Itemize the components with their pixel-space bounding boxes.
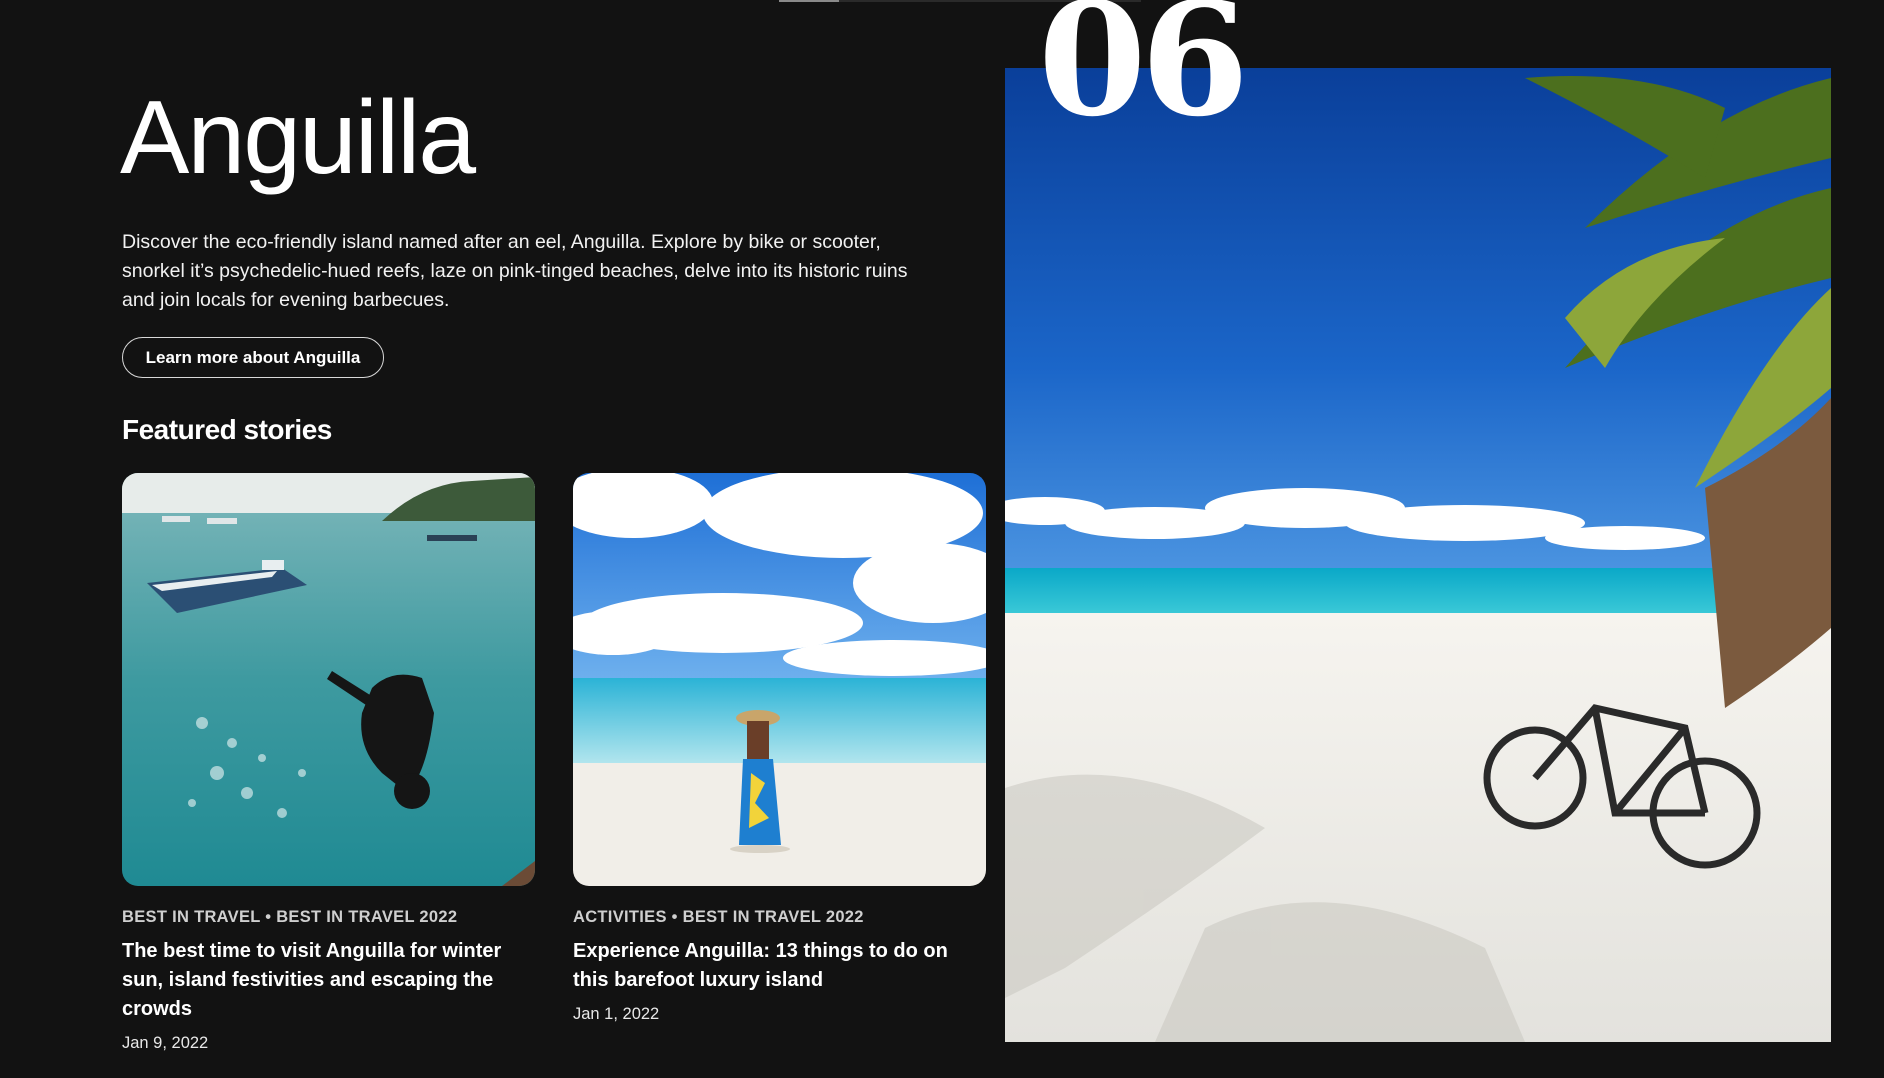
story-date: Jan 9, 2022 bbox=[122, 1034, 209, 1052]
destination-title: Anguilla bbox=[120, 80, 476, 196]
story-category[interactable]: ACTIVITIES • BEST IN TRAVEL 2022 bbox=[573, 908, 986, 927]
featured-stories-heading: Featured stories bbox=[122, 414, 332, 445]
story-title-link[interactable]: Experience Anguilla: 13 things to do on … bbox=[573, 937, 986, 995]
hero-beach-image bbox=[1005, 68, 1831, 1042]
story-date: Jan 1, 2022 bbox=[573, 1005, 660, 1023]
story-card[interactable]: BEST IN TRAVEL • BEST IN TRAVEL 2022 The… bbox=[122, 473, 535, 1053]
story-image-beach-woman[interactable] bbox=[573, 473, 986, 886]
story-image-cliff-jump[interactable] bbox=[122, 473, 535, 886]
destination-rank-number: 06 bbox=[1038, 0, 1249, 151]
story-card[interactable]: ACTIVITIES • BEST IN TRAVEL 2022 Experie… bbox=[573, 473, 986, 1024]
learn-more-button[interactable]: Learn more about Anguilla bbox=[122, 337, 384, 378]
slide-progress-fill bbox=[779, 0, 840, 2]
destination-description: Discover the eco-friendly island named a… bbox=[122, 231, 908, 311]
story-category[interactable]: BEST IN TRAVEL • BEST IN TRAVEL 2022 bbox=[122, 908, 535, 927]
story-title-link[interactable]: The best time to visit Anguilla for wint… bbox=[122, 937, 535, 1024]
